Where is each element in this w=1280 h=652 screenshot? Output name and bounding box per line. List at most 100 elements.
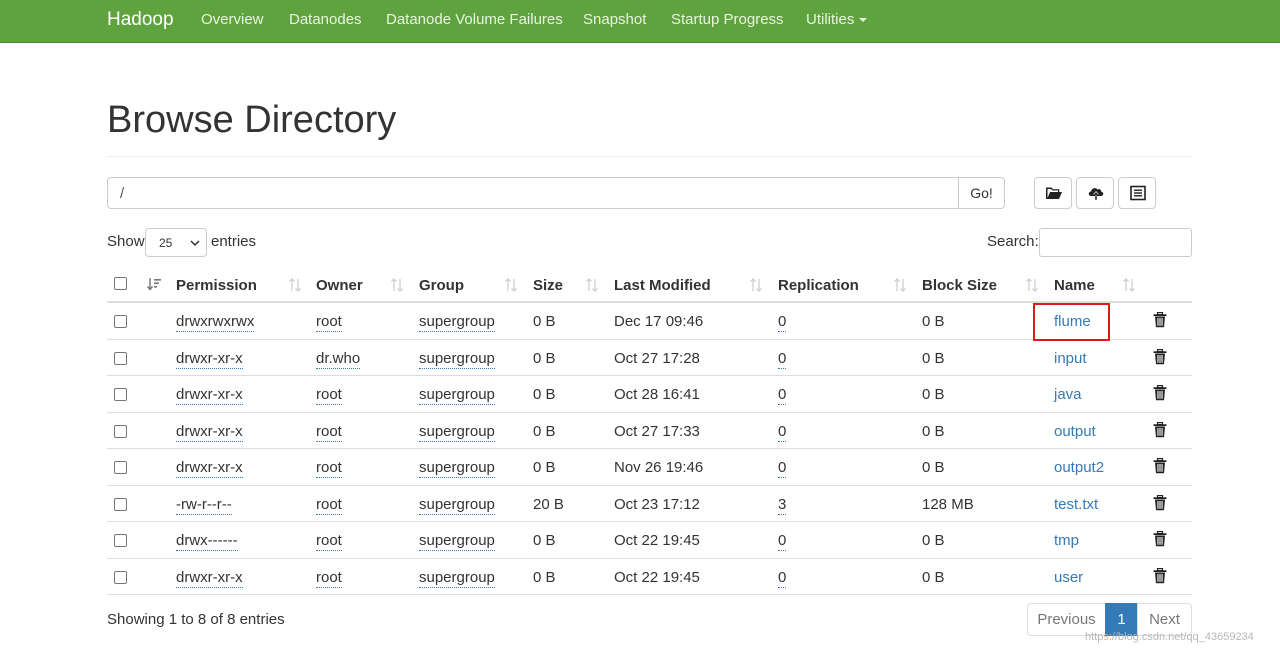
name-cell: input <box>1054 350 1087 368</box>
sort-both-icon[interactable] <box>585 278 599 292</box>
group-cell[interactable]: supergroup <box>419 459 495 478</box>
row-checkbox[interactable] <box>114 534 127 547</box>
owner-cell[interactable]: root <box>316 495 342 515</box>
permission-cell[interactable]: drwxr-xr-x <box>176 386 243 405</box>
owner-cell[interactable]: root <box>316 313 342 332</box>
directory-path-input[interactable] <box>107 177 959 209</box>
trash-icon[interactable] <box>1153 384 1167 404</box>
column-permission[interactable]: Permission <box>176 277 257 295</box>
replication-cell: 0 <box>778 422 787 442</box>
nav-startup-progress[interactable]: Startup Progress <box>671 11 784 29</box>
block-size-cell: 0 B <box>922 350 945 368</box>
replication-cell[interactable]: 0 <box>778 313 787 332</box>
create-directory-button[interactable] <box>1034 177 1072 209</box>
row-checkbox[interactable] <box>114 570 127 584</box>
sort-both-icon[interactable] <box>390 278 404 292</box>
replication-cell[interactable]: 0 <box>778 568 787 588</box>
column-group[interactable]: Group <box>419 277 464 295</box>
entries-per-page-select[interactable]: 25 <box>145 228 207 257</box>
permission-cell[interactable]: drwxr-xr-x <box>176 422 243 442</box>
size-cell: 0 B <box>533 459 556 476</box>
column-owner[interactable]: Owner <box>316 277 363 295</box>
sort-amount-icon[interactable] <box>147 277 161 291</box>
size-cell: 20 B <box>533 496 564 514</box>
nav-utilities-dropdown[interactable]: Utilities <box>806 11 868 29</box>
trash-icon[interactable] <box>1153 567 1167 587</box>
group-cell[interactable]: supergroup <box>419 349 495 369</box>
name-link[interactable]: user <box>1054 569 1083 586</box>
sort-both-icon[interactable] <box>1025 278 1039 292</box>
last-modified-cell: Oct 27 17:33 <box>614 422 700 440</box>
trash-icon[interactable] <box>1153 311 1167 331</box>
nav-snapshot[interactable]: Snapshot <box>583 11 646 29</box>
cut-paste-button[interactable] <box>1118 177 1156 209</box>
table-row: -rw-r--r-- root supergroup 20 B Oct 23 17:12… <box>107 486 1192 522</box>
group-cell[interactable]: supergroup <box>419 313 495 332</box>
permission-cell[interactable]: drwxrwxrwx <box>176 313 255 332</box>
permission-cell[interactable]: drwxr-xr-x <box>176 349 243 369</box>
permission-cell: drwxr-xr-x <box>176 349 243 369</box>
sort-both-icon[interactable] <box>893 278 907 292</box>
column-size[interactable]: Size <box>533 277 563 295</box>
replication-cell[interactable]: 0 <box>778 422 787 442</box>
group-cell[interactable]: supergroup <box>419 422 495 442</box>
replication-cell[interactable]: 0 <box>778 386 787 405</box>
nav-overview[interactable]: Overview <box>201 11 264 29</box>
search-input[interactable] <box>1039 228 1192 257</box>
owner-cell[interactable]: dr.who <box>316 349 361 369</box>
sort-both-icon[interactable] <box>1122 278 1136 292</box>
group-cell[interactable]: supergroup <box>419 386 495 405</box>
name-link[interactable]: tmp <box>1054 532 1079 549</box>
name-link[interactable]: output2 <box>1054 459 1104 476</box>
owner-cell[interactable]: root <box>316 568 342 588</box>
column-last-modified[interactable]: Last Modified <box>614 277 711 295</box>
row-checkbox[interactable] <box>114 351 127 365</box>
nav-datanodes[interactable]: Datanodes <box>289 11 362 29</box>
upload-button[interactable] <box>1076 177 1114 209</box>
replication-cell[interactable]: 0 <box>778 349 787 369</box>
nav-datanode-volume-failures[interactable]: Datanode Volume Failures <box>386 11 563 29</box>
row-checkbox[interactable] <box>114 461 127 474</box>
row-checkbox[interactable] <box>114 388 127 401</box>
owner-cell[interactable]: root <box>316 459 342 478</box>
trash-icon[interactable] <box>1153 494 1167 514</box>
column-block-size[interactable]: Block Size <box>922 277 997 295</box>
trash-icon[interactable] <box>1153 530 1167 550</box>
group-cell[interactable]: supergroup <box>419 568 495 588</box>
row-checkbox[interactable] <box>114 315 127 328</box>
select-all-checkbox[interactable] <box>114 277 127 290</box>
highlight-box <box>1033 303 1110 341</box>
replication-cell[interactable]: 0 <box>778 532 787 551</box>
trash-icon[interactable] <box>1153 421 1167 441</box>
name-link[interactable]: test.txt <box>1054 496 1098 513</box>
name-link[interactable]: input <box>1054 350 1087 367</box>
row-checkbox[interactable] <box>114 424 127 438</box>
watermark-text: https://blog.csdn.net/qq_43659234 <box>1085 631 1254 643</box>
group-cell[interactable]: supergroup <box>419 495 495 515</box>
permission-cell[interactable]: drwxr-xr-x <box>176 568 243 588</box>
sort-both-icon[interactable] <box>749 278 763 292</box>
column-replication[interactable]: Replication <box>778 277 859 295</box>
brand-logo[interactable]: Hadoop <box>107 9 174 31</box>
owner-cell[interactable]: root <box>316 532 342 551</box>
replication-cell[interactable]: 0 <box>778 459 787 478</box>
name-link[interactable]: java <box>1054 386 1082 403</box>
permission-cell[interactable]: drwx------ <box>176 532 238 551</box>
permission-cell[interactable]: -rw-r--r-- <box>176 495 232 515</box>
sort-both-icon[interactable] <box>288 278 302 292</box>
column-name[interactable]: Name <box>1054 277 1095 295</box>
table-row: drwxr-xr-x root supergroup 0 B Nov 26 19:46 0… <box>107 449 1192 486</box>
row-checkbox[interactable] <box>114 497 127 511</box>
group-cell[interactable]: supergroup <box>419 532 495 551</box>
replication-cell[interactable]: 3 <box>778 495 787 515</box>
trash-icon[interactable] <box>1153 457 1167 477</box>
name-link[interactable]: output <box>1054 423 1096 440</box>
owner-cell[interactable]: root <box>316 386 342 405</box>
permission-cell[interactable]: drwxr-xr-x <box>176 459 243 478</box>
chevron-down-icon <box>190 240 200 247</box>
table-row: drwxr-xr-x root supergroup 0 B Oct 22 19:45 0… <box>107 559 1192 595</box>
sort-both-icon[interactable] <box>504 278 518 292</box>
owner-cell[interactable]: root <box>316 422 342 442</box>
go-button[interactable]: Go! <box>958 177 1005 209</box>
trash-icon[interactable] <box>1153 348 1167 368</box>
